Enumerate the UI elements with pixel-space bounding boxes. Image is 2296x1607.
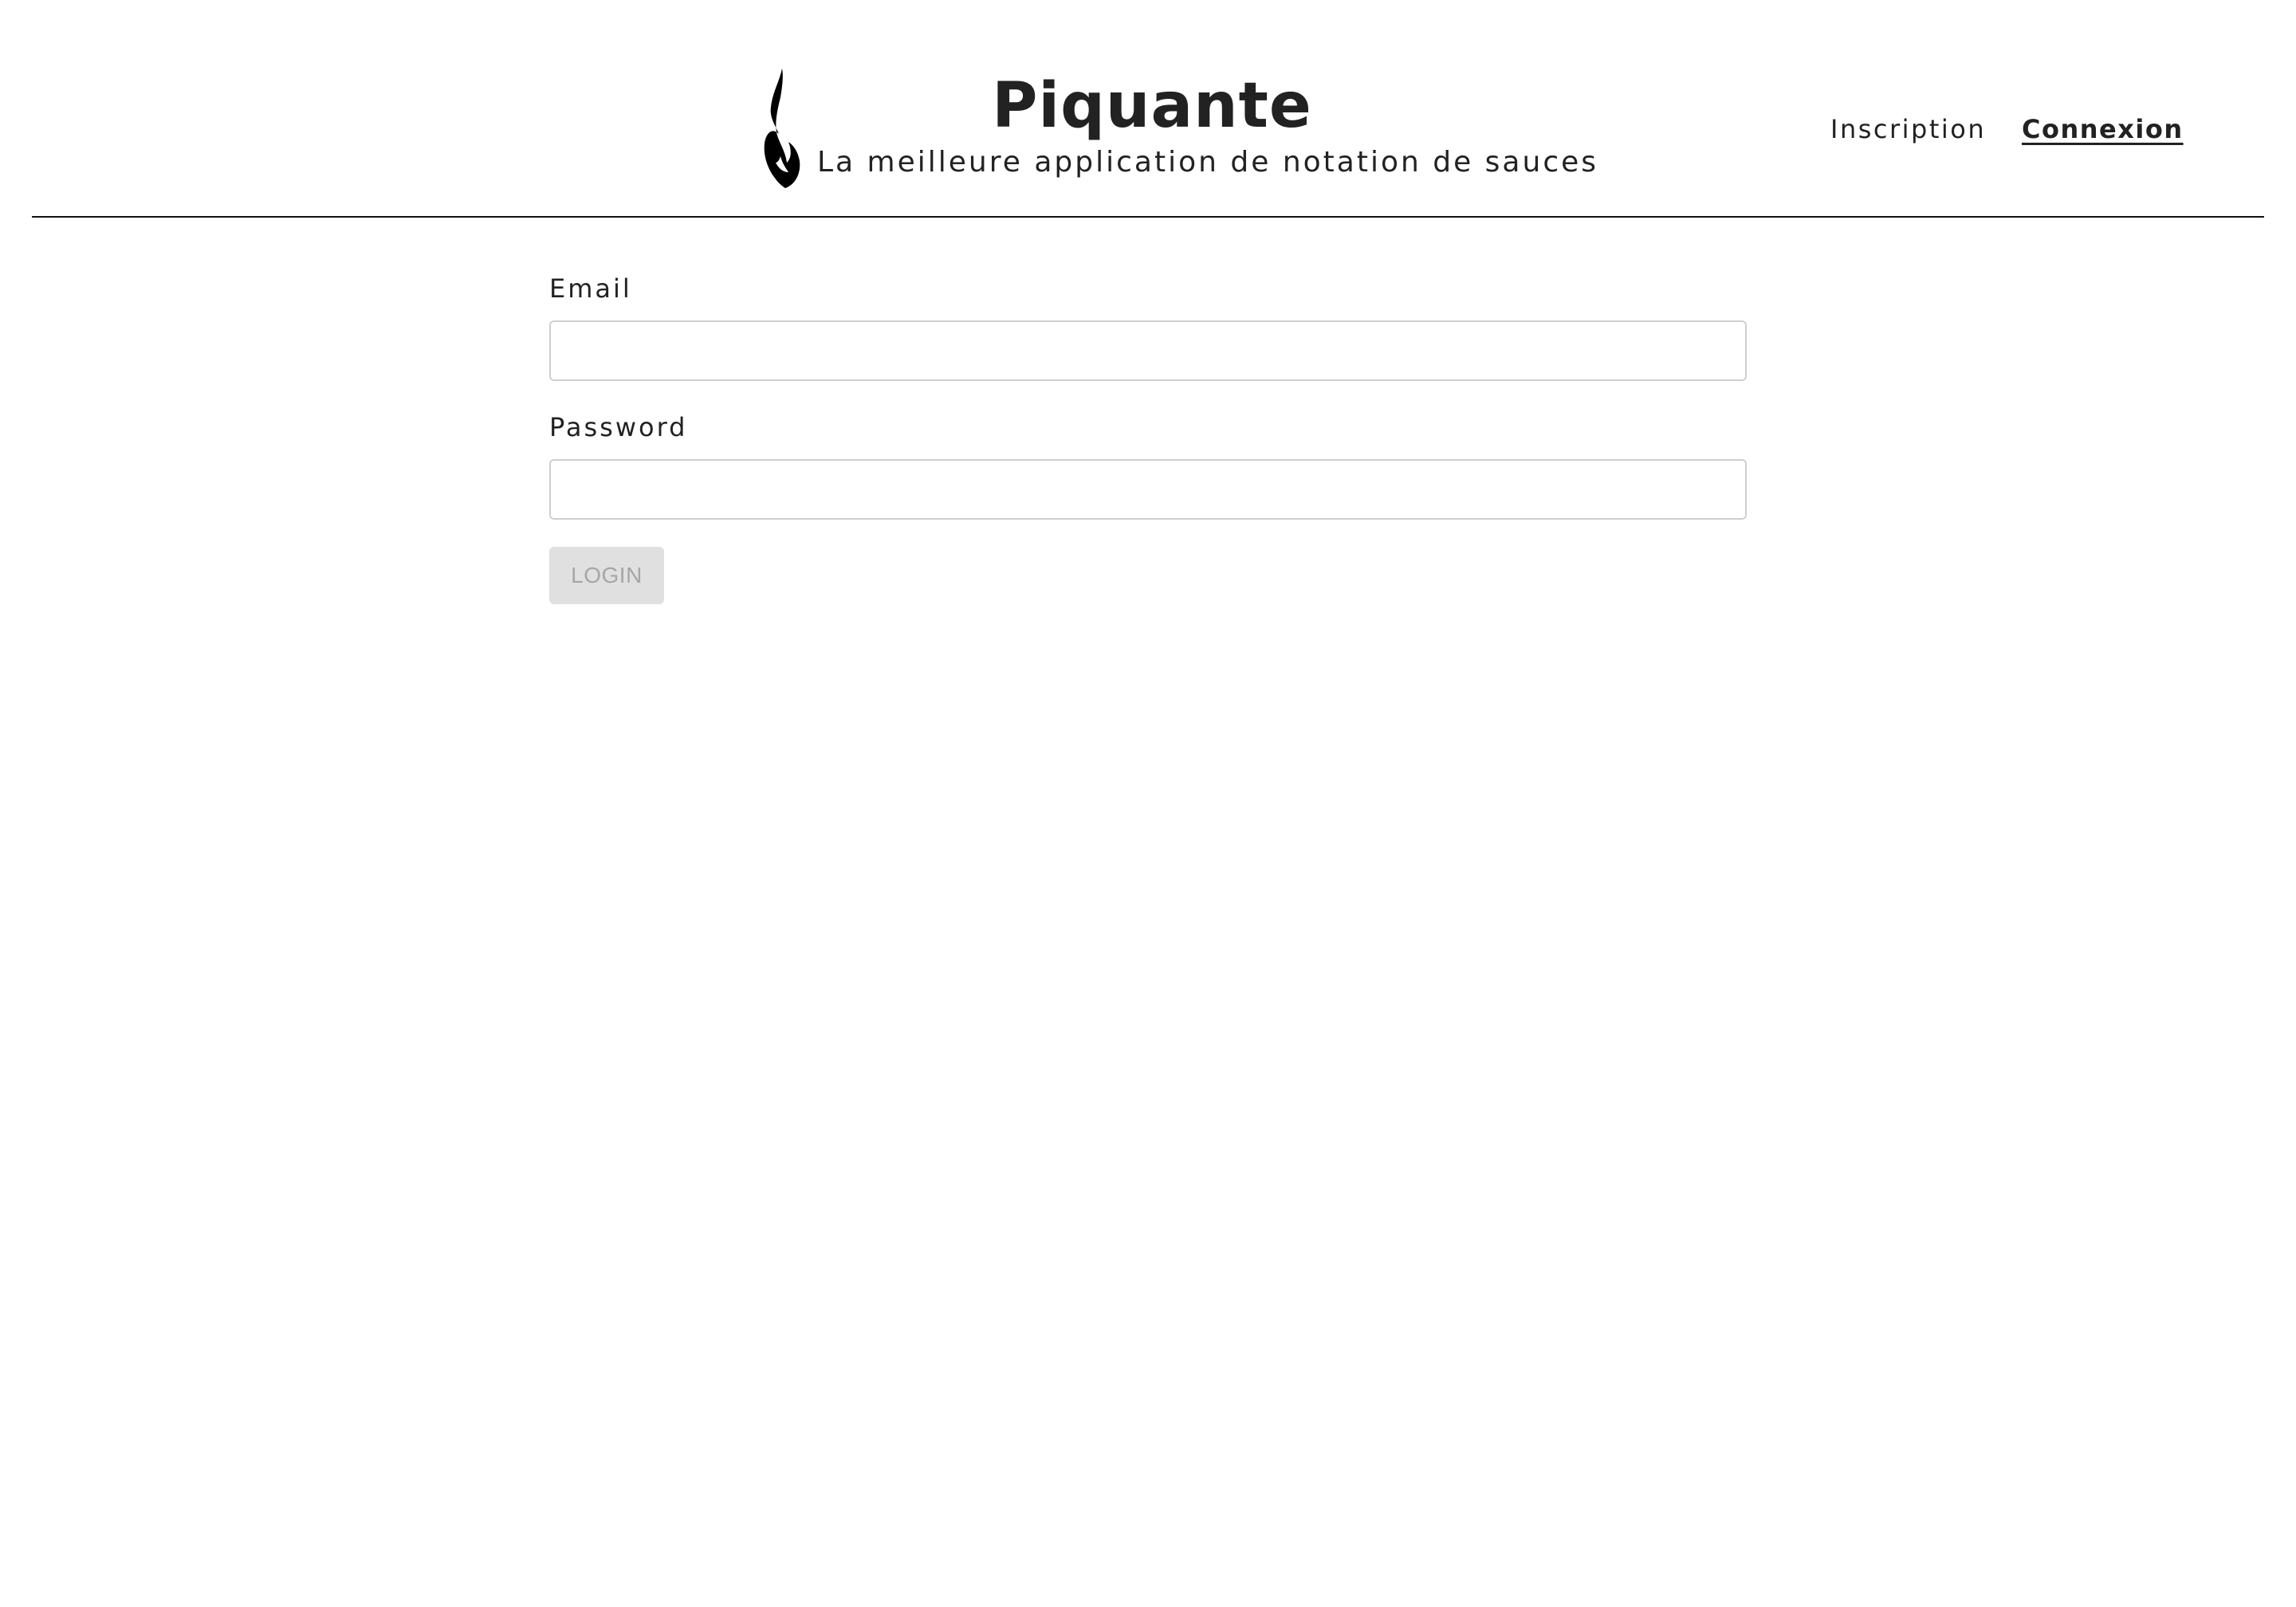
- app-title: Piquante: [992, 70, 1312, 142]
- brand: Piquante La meilleure application de not…: [761, 69, 1599, 188]
- flame-icon: [761, 69, 801, 188]
- nav-link-login[interactable]: Connexion: [2022, 112, 2184, 147]
- app-header: Piquante La meilleure application de not…: [0, 0, 2296, 218]
- header-divider: [32, 216, 2264, 218]
- login-form: Email Password LOGIN: [549, 271, 1747, 604]
- password-label: Password: [549, 412, 688, 442]
- email-label: Email: [549, 273, 632, 304]
- email-field-group: Email: [549, 271, 1747, 381]
- password-field-group: Password: [549, 410, 1747, 520]
- app-tagline: La meilleure application de notation de …: [817, 146, 1599, 179]
- email-input[interactable]: [549, 320, 1747, 381]
- password-input[interactable]: [549, 459, 1747, 520]
- login-button[interactable]: LOGIN: [549, 547, 664, 604]
- nav-link-signup[interactable]: Inscription: [1830, 112, 1986, 147]
